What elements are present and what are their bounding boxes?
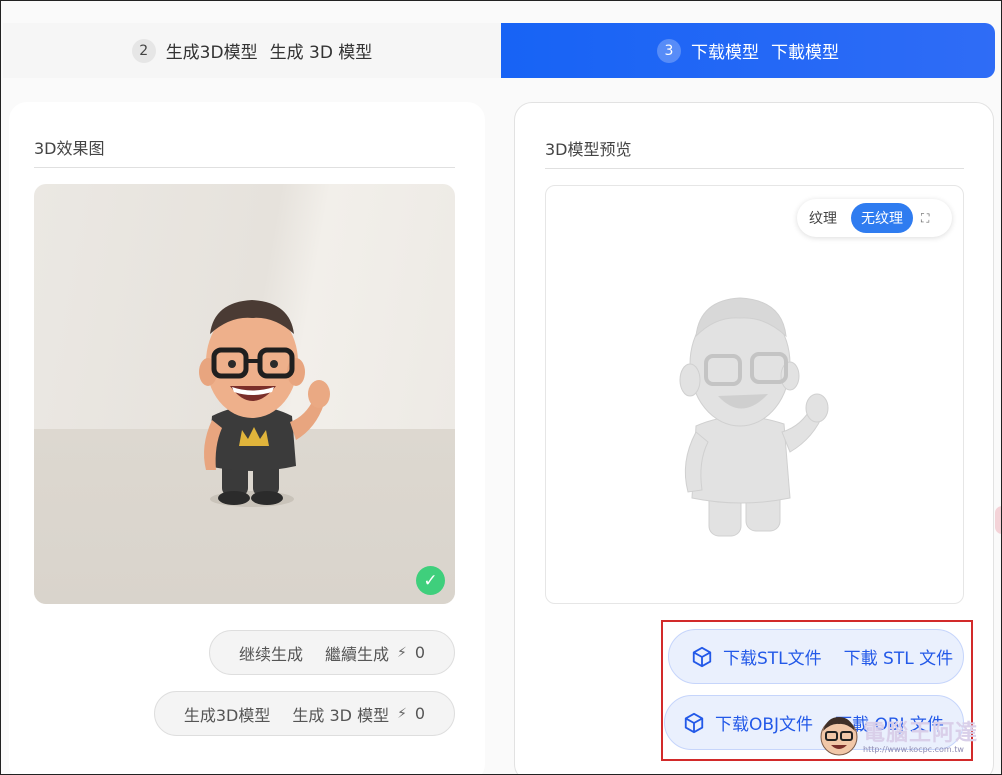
divider bbox=[34, 167, 455, 168]
divider bbox=[545, 168, 964, 169]
character-figure-image bbox=[199, 300, 330, 507]
bolt-icon: ⚡ bbox=[397, 644, 407, 661]
edge-handle[interactable] bbox=[995, 506, 1001, 534]
texture-option[interactable]: 纹理 bbox=[803, 208, 843, 228]
render-panel-title: 3D效果图 bbox=[34, 139, 105, 158]
button-label-alt: 繼續生成 bbox=[324, 644, 389, 664]
credit-count: 0 bbox=[414, 704, 426, 723]
app-frame: 2 生成3D模型 生成 3D 模型 3 下载模型 下載模型 3D效果图 ✓ 继续… bbox=[0, 0, 1002, 775]
button-label-alt: 生成 3D 模型 bbox=[292, 705, 390, 725]
watermark-text: 電腦王阿達 bbox=[863, 721, 979, 746]
render-image bbox=[34, 184, 455, 604]
credit-count: 0 bbox=[414, 643, 426, 662]
model-preview-image bbox=[679, 297, 829, 537]
success-check-icon: ✓ bbox=[416, 566, 445, 595]
step-bar: 2 生成3D模型 生成 3D 模型 3 下载模型 下載模型 bbox=[3, 23, 995, 78]
bolt-icon: ⚡ bbox=[397, 705, 407, 722]
button-label: 继续生成 bbox=[238, 644, 303, 664]
step-label-alt: 生成 3D 模型 bbox=[269, 43, 373, 63]
button-label: 生成3D模型 bbox=[183, 705, 271, 725]
texture-toggle: 纹理 无纹理 ⛶ bbox=[797, 199, 952, 237]
step-label: 下载模型 bbox=[691, 43, 759, 63]
no-texture-option[interactable]: 无纹理 bbox=[851, 203, 913, 233]
preview-panel-title: 3D模型预览 bbox=[545, 140, 632, 159]
step-label: 生成3D模型 bbox=[165, 43, 258, 63]
step-download-model[interactable]: 3 下载模型 下載模型 bbox=[501, 23, 995, 78]
step-number: 2 bbox=[131, 38, 156, 63]
watermark-url: http://www.kocpc.com.tw bbox=[863, 745, 964, 754]
step-generate-3d[interactable]: 2 生成3D模型 生成 3D 模型 bbox=[3, 23, 501, 78]
fullscreen-icon[interactable]: ⛶ bbox=[921, 211, 929, 226]
watermark-mascot-icon bbox=[820, 717, 858, 756]
step-label-alt: 下載模型 bbox=[771, 43, 839, 63]
step-number: 3 bbox=[657, 38, 681, 63]
continue-generate-button[interactable]: 继续生成 繼續生成 ⚡ 0 bbox=[209, 630, 455, 675]
watermark: 電腦王阿達 http://www.kocpc.com.tw bbox=[815, 711, 985, 765]
model-viewer[interactable] bbox=[545, 185, 964, 604]
generate-3d-model-button[interactable]: 生成3D模型 生成 3D 模型 ⚡ 0 bbox=[154, 691, 455, 736]
